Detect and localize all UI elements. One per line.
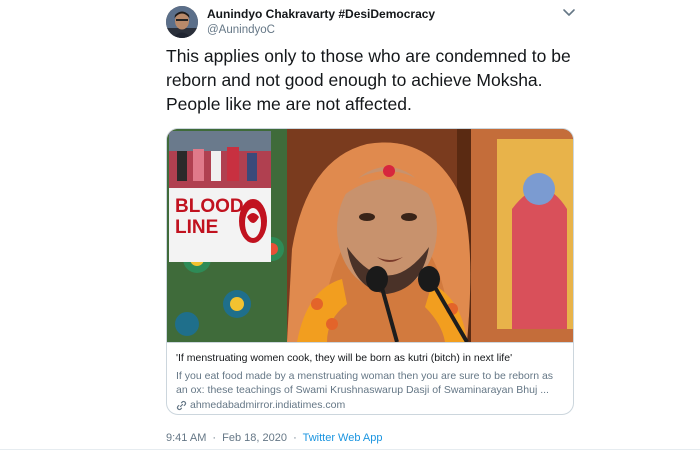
card-title: 'If menstruating women cook, they will b…: [176, 352, 513, 364]
tweet: Aunindyo Chakravarty #DesiDemocracy @Aun…: [0, 0, 700, 450]
author-handle[interactable]: @AunindyoC: [207, 23, 435, 38]
tweet-text-line: This applies only to those who are conde…: [166, 46, 571, 66]
card-domain: ahmedabadmirror.indiatimes.com: [176, 398, 564, 412]
card-body: 'If menstruating women cook, they will b…: [167, 342, 573, 412]
meta-separator: ·: [212, 432, 217, 444]
tweet-meta: 9:41 AM · Feb 18, 2020 · Twitter Web App: [166, 431, 382, 445]
link-icon: [176, 400, 187, 411]
meta-separator: ·: [293, 432, 297, 444]
tweet-source-app[interactable]: Twitter Web App: [303, 432, 383, 444]
card-image: BLOOD LINE: [167, 129, 573, 342]
tweet-time[interactable]: 9:41 AM: [166, 432, 206, 444]
avatar[interactable]: [166, 6, 198, 38]
author-block: Aunindyo Chakravarty #DesiDemocracy @Aun…: [207, 7, 435, 38]
card-description-line: If you eat food made by a menstruating w…: [176, 370, 554, 382]
tweet-text-line: reborn and not good enough to achieve Mo…: [166, 70, 543, 90]
tweet-text: This applies only to those who are conde…: [166, 44, 576, 116]
card-description: If you eat food made by a menstruating w…: [176, 369, 564, 397]
svg-text:BLOOD: BLOOD: [175, 196, 244, 217]
chevron-down-icon[interactable]: [561, 6, 577, 20]
card-description-line: an ox: these teachings of Swami Krushnas…: [176, 384, 549, 396]
svg-text:LINE: LINE: [175, 217, 218, 238]
author-display-name[interactable]: Aunindyo Chakravarty #DesiDemocracy: [207, 7, 435, 22]
link-card[interactable]: BLOOD LINE 'If menstruating women cook, …: [166, 128, 574, 415]
tweet-text-line: People like me are not affected.: [166, 94, 412, 114]
card-domain-text: ahmedabadmirror.indiatimes.com: [190, 399, 346, 411]
tweet-date[interactable]: Feb 18, 2020: [222, 432, 287, 444]
